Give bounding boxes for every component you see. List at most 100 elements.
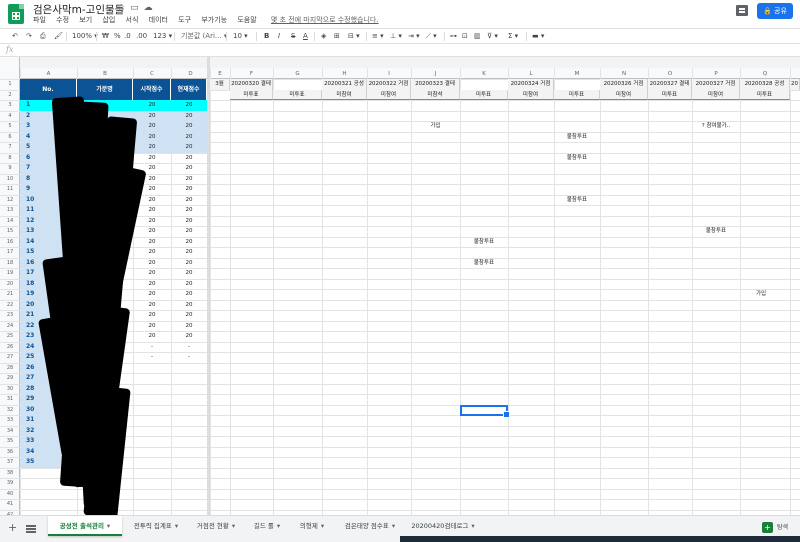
start-score[interactable] (133, 405, 171, 416)
start-score[interactable]: 20 (133, 237, 171, 248)
font-select[interactable]: 기본값 (Ari... ▾ (181, 31, 227, 42)
functions-icon[interactable]: Σ ▾ (508, 31, 518, 42)
text-wrap-icon[interactable]: ⇥ ▾ (408, 31, 420, 42)
column-header[interactable]: G (273, 69, 322, 79)
date-header-l[interactable]: 20200324 거점 (508, 79, 554, 90)
row-header[interactable]: 13 (0, 205, 20, 216)
star-icon[interactable]: ☆ (117, 3, 130, 13)
current-score[interactable]: 20 (171, 258, 207, 269)
row-header[interactable]: 21 (0, 289, 20, 300)
borders-icon[interactable]: ⊞ (334, 31, 340, 42)
explore-button[interactable]: + 탐색 (762, 520, 794, 535)
menu-tools[interactable]: 도구 (178, 16, 191, 24)
note-cell[interactable]: 가입 (411, 121, 460, 132)
redo-icon[interactable]: ↷ (26, 31, 32, 42)
start-score[interactable]: 20 (133, 121, 171, 132)
add-sheet-icon[interactable]: + (8, 521, 17, 534)
decrease-decimal-button[interactable]: .0 (124, 31, 131, 42)
row-header[interactable]: 8 (0, 153, 20, 164)
column-header[interactable]: F (230, 69, 273, 79)
sheet-tab[interactable]: 거점전 현황 ▾ (188, 516, 244, 536)
date-header-f[interactable]: 20200320 결테 (230, 79, 273, 90)
more-formats-button[interactable]: 123 ▾ (153, 31, 172, 42)
start-score[interactable] (133, 436, 171, 447)
sub-header[interactable]: 미참여 (508, 89, 554, 100)
start-score[interactable]: 20 (133, 331, 171, 342)
row-header[interactable]: 35 (0, 436, 20, 447)
column-header[interactable]: J (411, 69, 460, 79)
percent-format-button[interactable]: % (114, 31, 121, 42)
current-score[interactable]: 20 (171, 142, 207, 153)
start-score[interactable]: 20 (133, 321, 171, 332)
tab-menu-icon[interactable]: ▾ (321, 522, 324, 530)
font-size-select[interactable]: 10 ▾ (233, 31, 248, 42)
start-score[interactable]: 20 (133, 289, 171, 300)
start-score[interactable] (133, 373, 171, 384)
start-score[interactable]: 20 (133, 279, 171, 290)
filter-icon[interactable]: ⊽ ▾ (487, 31, 498, 42)
start-score[interactable]: 20 (133, 216, 171, 227)
column-header[interactable]: P (692, 69, 740, 79)
row-header[interactable]: 36 (0, 447, 20, 458)
current-score[interactable] (171, 363, 207, 374)
date-header-j[interactable]: 20200323 결테 (411, 79, 460, 90)
row-header[interactable]: 34 (0, 426, 20, 437)
start-score[interactable] (133, 415, 171, 426)
row-header[interactable]: 12 (0, 195, 20, 206)
row-header[interactable]: 24 (0, 321, 20, 332)
text-rotation-icon[interactable]: ⟋ ▾ (426, 31, 437, 42)
tab-menu-icon[interactable]: ▾ (107, 522, 110, 530)
start-score[interactable]: 20 (133, 226, 171, 237)
sub-header[interactable]: 미투표 (648, 89, 692, 100)
menu-edit[interactable]: 수정 (56, 16, 69, 24)
note-cell[interactable]: 불참투표 (692, 226, 740, 237)
sub-header[interactable]: 미투표 (740, 89, 790, 100)
menu-addons[interactable]: 부가기능 (201, 16, 227, 24)
row-header[interactable]: 29 (0, 373, 20, 384)
menu-help[interactable]: 도움말 (237, 16, 256, 24)
date-header-o[interactable]: 20200327 결테 (648, 79, 692, 90)
date-header-e[interactable]: 3월 (210, 79, 230, 90)
active-cell-selection[interactable] (460, 404, 510, 418)
row-header[interactable]: 28 (0, 363, 20, 374)
current-score[interactable]: 20 (171, 153, 207, 164)
current-score[interactable]: 20 (171, 100, 207, 111)
row-header[interactable]: 9 (0, 163, 20, 174)
column-header[interactable]: O (648, 69, 692, 79)
row-header[interactable]: 4 (0, 111, 20, 122)
current-score[interactable]: 20 (171, 321, 207, 332)
sheet-tab[interactable]: 검은태양 점수표 ▾ (336, 516, 404, 536)
current-score[interactable]: 20 (171, 289, 207, 300)
current-score[interactable]: 20 (171, 110, 207, 121)
print-icon[interactable]: ⎙ (40, 31, 46, 42)
row-header[interactable]: 33 (0, 415, 20, 426)
column-header[interactable]: H (322, 69, 367, 79)
fill-color-icon[interactable]: ◈ (321, 31, 326, 42)
start-score[interactable]: 20 (133, 110, 171, 121)
row-header[interactable]: 32 (0, 405, 20, 416)
row-header[interactable]: 11 (0, 184, 20, 195)
start-score[interactable]: 20 (133, 310, 171, 321)
column-header[interactable]: B (77, 69, 133, 79)
current-score[interactable]: 20 (171, 184, 207, 195)
row-header[interactable]: 23 (0, 310, 20, 321)
start-score[interactable]: 20 (133, 100, 171, 111)
horizontal-align-icon[interactable]: ≡ ▾ (372, 31, 384, 42)
menu-file[interactable]: 파일 (33, 16, 46, 24)
row-header[interactable]: 38 (0, 468, 20, 479)
vertical-align-icon[interactable]: ⊥ ▾ (390, 31, 402, 42)
row-header[interactable]: 16 (0, 237, 20, 248)
note-cell[interactable]: 불참투표 (554, 195, 600, 206)
current-score[interactable]: 20 (171, 226, 207, 237)
current-score[interactable]: 20 (171, 163, 207, 174)
sub-header[interactable]: 미투표 (460, 89, 508, 100)
current-score[interactable] (171, 405, 207, 416)
start-score[interactable]: 20 (133, 247, 171, 258)
note-cell[interactable]: 불참투표 (554, 153, 600, 164)
tab-menu-icon[interactable]: ▾ (277, 522, 280, 530)
row-header[interactable]: 17 (0, 247, 20, 258)
column-header[interactable]: A (20, 69, 77, 79)
sheet-tab[interactable]: 전투력 집계표 ▾ (126, 516, 186, 536)
undo-icon[interactable]: ↶ (12, 31, 18, 42)
column-header[interactable]: K (460, 69, 508, 79)
